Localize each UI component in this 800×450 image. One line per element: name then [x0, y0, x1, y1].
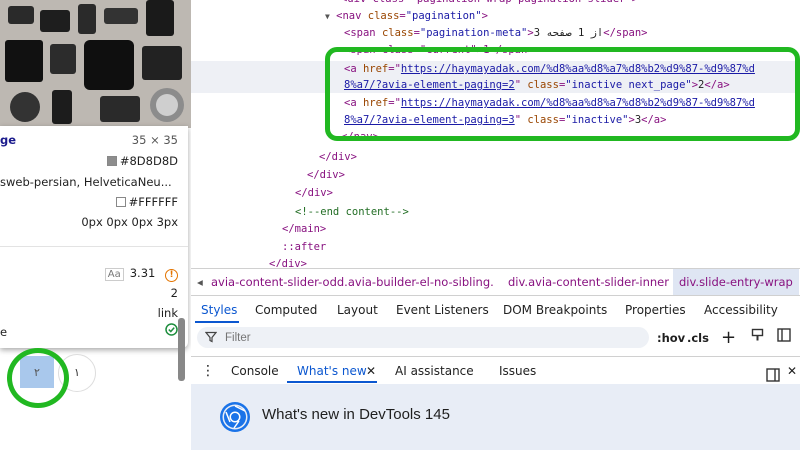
highlight-box: [325, 47, 800, 141]
tooltip-divider: [0, 246, 188, 247]
tree-line-close-div-2[interactable]: </div>: [307, 167, 345, 184]
tree-line-close-main[interactable]: </main>: [282, 221, 326, 238]
close-drawer-icon[interactable]: ✕: [787, 357, 797, 385]
cls-button[interactable]: .cls: [687, 328, 709, 348]
filter-input[interactable]: [197, 327, 649, 348]
drawer-tabs: ⋮ Console What's new ✕ AI assistance Iss…: [191, 356, 800, 384]
breadcrumb-item[interactable]: avia-content-slider-odd.avia-builder-el-…: [205, 269, 500, 295]
tab-dom-breakpoints[interactable]: DOM Breakpoints: [503, 296, 607, 324]
highlight-circle: [7, 348, 69, 408]
tooltip-keyboard-label: e: [0, 325, 8, 339]
tree-line-meta[interactable]: <span class="pagination-meta">3 از 1 صفح…: [344, 25, 648, 42]
active-drawer-tab-indicator: [287, 381, 377, 383]
tooltip-color-value: #8D8D8D: [119, 154, 178, 168]
tab-styles[interactable]: Styles: [201, 296, 237, 324]
tooltip-value-2: 2: [170, 286, 178, 300]
devtools-panel: <div class="pagination-wrap pagination-s…: [191, 0, 800, 450]
background-swatch: [115, 197, 126, 207]
tab-accessibility[interactable]: Accessibility: [704, 296, 778, 324]
tooltip-color: #8D8D8D: [106, 152, 178, 170]
tooltip-contrast: Aa 3.31 !: [104, 264, 178, 284]
whats-new-panel: What's new in DevTools 145: [191, 384, 800, 450]
filter-icon: [204, 331, 218, 343]
toggle-sidebar-icon[interactable]: [777, 328, 791, 348]
tree-line-comment[interactable]: <!--end content-->: [295, 204, 409, 221]
product-photo: [0, 0, 191, 128]
tab-properties[interactable]: Properties: [625, 296, 686, 324]
styles-toolbar: :hov .cls +: [191, 324, 800, 351]
contrast-aa-icon: Aa: [104, 268, 124, 281]
chrome-devtools-logo-icon: [218, 400, 252, 434]
tooltip-dimensions: 35 × 35: [131, 133, 178, 147]
tree-line-cut: <div class="pagination-wrap pagination-s…: [341, 0, 638, 8]
tree-line-close-div-1[interactable]: </div>: [319, 149, 357, 166]
drawer-menu-icon[interactable]: ⋮: [201, 357, 215, 385]
tree-line-close-div-3[interactable]: </div>: [295, 185, 333, 202]
tooltip-margin: 0px 0px 0px 3px: [81, 215, 178, 229]
sidebar-tabs: Styles Computed Layout Event Listeners D…: [191, 296, 800, 324]
contrast-value: 3.31: [129, 266, 156, 280]
tooltip-bg-value: #FFFFFF: [128, 195, 178, 209]
tab-event-listeners[interactable]: Event Listeners: [396, 296, 489, 324]
whats-new-title: What's new in DevTools 145: [262, 406, 450, 423]
warning-icon: !: [165, 269, 178, 282]
tooltip-background: #FFFFFF: [115, 193, 178, 211]
page-preview: ge 35 × 35 #8D8D8D sweb-persian, Helveti…: [0, 0, 191, 450]
tooltip-role: link: [157, 306, 178, 320]
tab-layout[interactable]: Layout: [337, 296, 378, 324]
check-icon: [165, 323, 178, 341]
tree-line-nav[interactable]: ▼ <nav class="pagination">: [325, 8, 488, 25]
tree-line-close-div-4[interactable]: </div>: [269, 256, 307, 267]
hov-button[interactable]: :hov: [657, 328, 685, 348]
tab-issues[interactable]: Issues: [499, 357, 536, 385]
collapse-arrow-icon[interactable]: ▼: [325, 12, 330, 21]
tree-line-after[interactable]: ::after: [282, 239, 326, 256]
breadcrumb: ◂ avia-content-slider-odd.avia-builder-e…: [191, 268, 800, 296]
elements-tree: <div class="pagination-wrap pagination-s…: [191, 0, 800, 267]
tab-ai-assistance[interactable]: AI assistance: [395, 357, 474, 385]
add-rule-icon[interactable]: +: [721, 328, 736, 348]
tab-computed[interactable]: Computed: [255, 296, 317, 324]
computed-styles-icon[interactable]: [751, 328, 764, 348]
inspect-tooltip: ge 35 × 35 #8D8D8D sweb-persian, Helveti…: [0, 126, 188, 348]
color-swatch: [106, 156, 117, 166]
active-tab-indicator: [195, 321, 239, 323]
breadcrumb-item-selected[interactable]: div.slide-entry-wrap: [673, 269, 799, 295]
tab-console[interactable]: Console: [231, 357, 279, 385]
breadcrumb-item[interactable]: div.avia-content-slider-inner: [502, 269, 675, 295]
tooltip-element-name: ge: [0, 133, 17, 147]
tooltip-font: sweb-persian, HelveticaNeu...: [0, 175, 172, 189]
